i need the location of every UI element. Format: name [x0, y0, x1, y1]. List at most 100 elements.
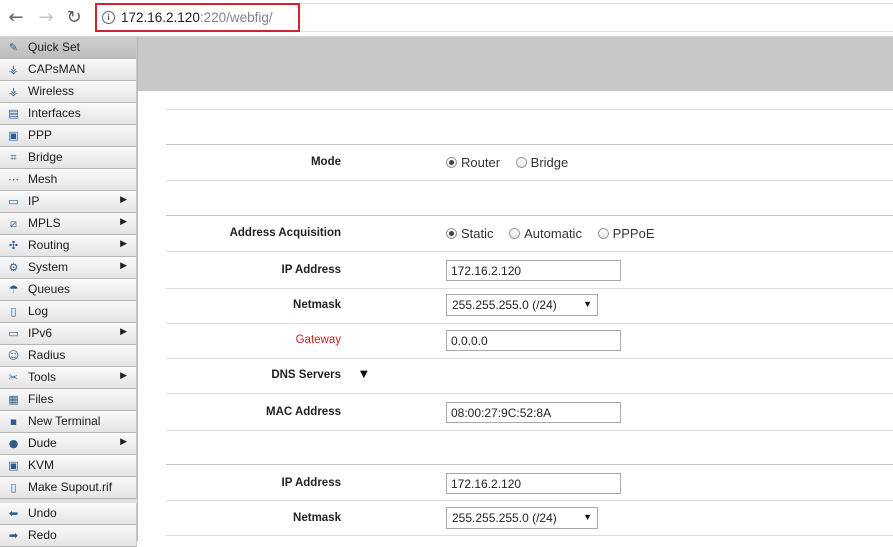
wireless-icon: ⚶ — [8, 85, 19, 98]
mode-label: Mode — [310, 156, 341, 168]
divider — [166, 288, 893, 289]
radio-empty-icon[interactable] — [515, 157, 527, 168]
sidebar-item-label: IPv6 — [28, 326, 53, 340]
sidebar-item-queues[interactable]: ☂ Queues — [0, 279, 137, 301]
sidebar-item-label: Routing — [28, 238, 70, 252]
mode-option-router[interactable]: Router — [446, 155, 500, 170]
reload-icon[interactable]: ↻ — [64, 8, 84, 28]
sidebar-item-ppp[interactable]: ▣ PPP — [0, 125, 137, 147]
sidebar-item-label: Wireless — [28, 84, 75, 98]
submenu-arrow-icon: ▶ — [120, 371, 127, 381]
sidebar-item-redo[interactable]: ➡ Redo — [0, 525, 137, 547]
address-bar[interactable]: i 172.16.2.120:220/webfig/ — [95, 3, 300, 32]
netmask-label: Netmask — [293, 299, 341, 311]
sidebar-item-new-terminal[interactable]: ▪ New Terminal — [0, 411, 137, 433]
sidebar-item-ipv6[interactable]: ▭ IPv6 ▶ — [0, 323, 137, 345]
sidebar-item-label: Interfaces — [28, 106, 81, 120]
ip-icon: ▭ — [8, 195, 19, 208]
mode-option-label: Bridge — [530, 155, 569, 170]
sidebar-item-bridge[interactable]: ⌗ Bridge — [0, 147, 137, 169]
local-ip-address-label: IP Address — [281, 477, 341, 489]
url-text: 172.16.2.120:220/webfig/ — [121, 10, 273, 25]
gateway-label: Gateway — [295, 334, 341, 346]
back-arrow-icon[interactable]: ← — [6, 8, 26, 28]
capsman-icon: ⚶ — [8, 63, 19, 76]
sidebar-item-undo[interactable]: ⬅ Undo — [0, 503, 137, 525]
submenu-arrow-icon: ▶ — [120, 195, 127, 205]
sidebar-item-kvm[interactable]: ▣ KVM — [0, 455, 137, 477]
sidebar-item-interfaces[interactable]: ▤ Interfaces — [0, 103, 137, 125]
divider — [166, 251, 893, 252]
tools-icon: ✂ — [8, 371, 19, 384]
sidebar-item-label: System — [28, 260, 69, 274]
files-icon: ▦ — [8, 393, 19, 406]
sidebar-item-label: Redo — [28, 528, 57, 542]
ip-address-input[interactable]: 172.16.2.120 — [446, 260, 621, 281]
sidebar-item-label: Undo — [28, 506, 57, 520]
sidebar-item-label: Radius — [28, 348, 66, 362]
sidebar-item-dude[interactable]: ● Dude ▶ — [0, 433, 137, 455]
interfaces-icon: ▤ — [8, 107, 19, 120]
radio-empty-icon[interactable] — [597, 228, 609, 239]
sidebar-item-capsman[interactable]: ⚶ CAPsMAN — [0, 59, 137, 81]
sidebar-item-files[interactable]: ▦ Files — [0, 389, 137, 411]
sidebar-item-system[interactable]: ⚙ System ▶ — [0, 257, 137, 279]
sidebar-item-make-supout-rif[interactable]: ▯ Make Supout.rif — [0, 477, 137, 499]
sidebar-item-radius[interactable]: ☺ Radius — [0, 345, 137, 367]
quick-set-panel: Mode Router Bridge Address Acquisition S… — [138, 37, 893, 541]
mode-radio-group: Router Bridge — [446, 155, 580, 170]
local-ip-address-input[interactable]: 172.16.2.120 — [446, 473, 621, 494]
sidebar-item-wireless[interactable]: ⚶ Wireless — [0, 81, 137, 103]
gateway-input[interactable]: 0.0.0.0 — [446, 330, 621, 351]
mode-option-label: Router — [461, 155, 501, 170]
terminal-icon: ▪ — [9, 415, 18, 428]
sidebar-item-mesh[interactable]: ⋯ Mesh — [0, 169, 137, 191]
sidebar-item-routing[interactable]: ✣ Routing ▶ — [0, 235, 137, 257]
sidebar-item-label: Files — [28, 392, 54, 406]
local-netmask-value: 255.255.255.0 (/24) — [452, 511, 557, 525]
sidebar-item-label: Bridge — [28, 150, 63, 164]
mode-option-bridge[interactable]: Bridge — [515, 155, 569, 170]
queues-icon: ☂ — [8, 283, 19, 296]
radio-empty-icon[interactable] — [509, 228, 521, 239]
divider — [166, 464, 893, 465]
mac-address-label: MAC Address — [266, 406, 341, 418]
expand-triangle-icon[interactable]: ▼ — [360, 369, 368, 380]
acq-option-label: Static — [461, 226, 494, 241]
netmask-select[interactable]: 255.255.255.0 (/24) ▼ — [446, 294, 598, 316]
sidebar-item-label: Dude — [28, 436, 57, 450]
divider — [166, 215, 893, 216]
info-icon[interactable]: i — [102, 11, 115, 24]
sidebar-item-ip[interactable]: ▭ IP ▶ — [0, 191, 137, 213]
acq-option-pppoe[interactable]: PPPoE — [597, 226, 655, 241]
local-netmask-select[interactable]: 255.255.255.0 (/24) ▼ — [446, 507, 598, 529]
submenu-arrow-icon: ▶ — [120, 261, 127, 271]
mac-address-input[interactable]: 08:00:27:9C:52:8A — [446, 402, 621, 423]
divider — [166, 323, 893, 324]
sidebar-item-label: Log — [28, 304, 49, 318]
sidebar-item-label: Quick Set — [28, 40, 81, 54]
dropdown-arrow-icon: ▼ — [583, 299, 592, 309]
radio-selected-icon[interactable] — [446, 228, 457, 239]
acq-option-label: Automatic — [524, 226, 582, 241]
radio-selected-icon[interactable] — [446, 157, 457, 168]
sidebar-item-quick-set[interactable]: ✎ Quick Set — [0, 37, 137, 59]
sidebar-item-tools[interactable]: ✂ Tools ▶ — [0, 367, 137, 389]
divider — [166, 358, 893, 359]
sidebar-item-log[interactable]: ▯ Log — [0, 301, 137, 323]
supout-icon: ▯ — [10, 481, 17, 494]
local-netmask-label: Netmask — [293, 512, 341, 524]
submenu-arrow-icon: ▶ — [120, 217, 127, 227]
sidebar-item-label: MPLS — [28, 216, 61, 230]
divider — [166, 393, 893, 394]
acq-option-static[interactable]: Static — [446, 226, 494, 241]
dropdown-arrow-icon: ▼ — [583, 512, 592, 522]
forward-arrow-icon[interactable]: → — [36, 8, 56, 28]
acq-option-automatic[interactable]: Automatic — [509, 226, 582, 241]
panel-header — [138, 37, 893, 91]
divider — [166, 144, 893, 145]
ipv6-icon: ▭ — [8, 327, 19, 340]
divider — [166, 180, 893, 181]
routing-icon: ✣ — [8, 239, 19, 252]
sidebar-item-mpls[interactable]: ⧄ MPLS ▶ — [0, 213, 137, 235]
